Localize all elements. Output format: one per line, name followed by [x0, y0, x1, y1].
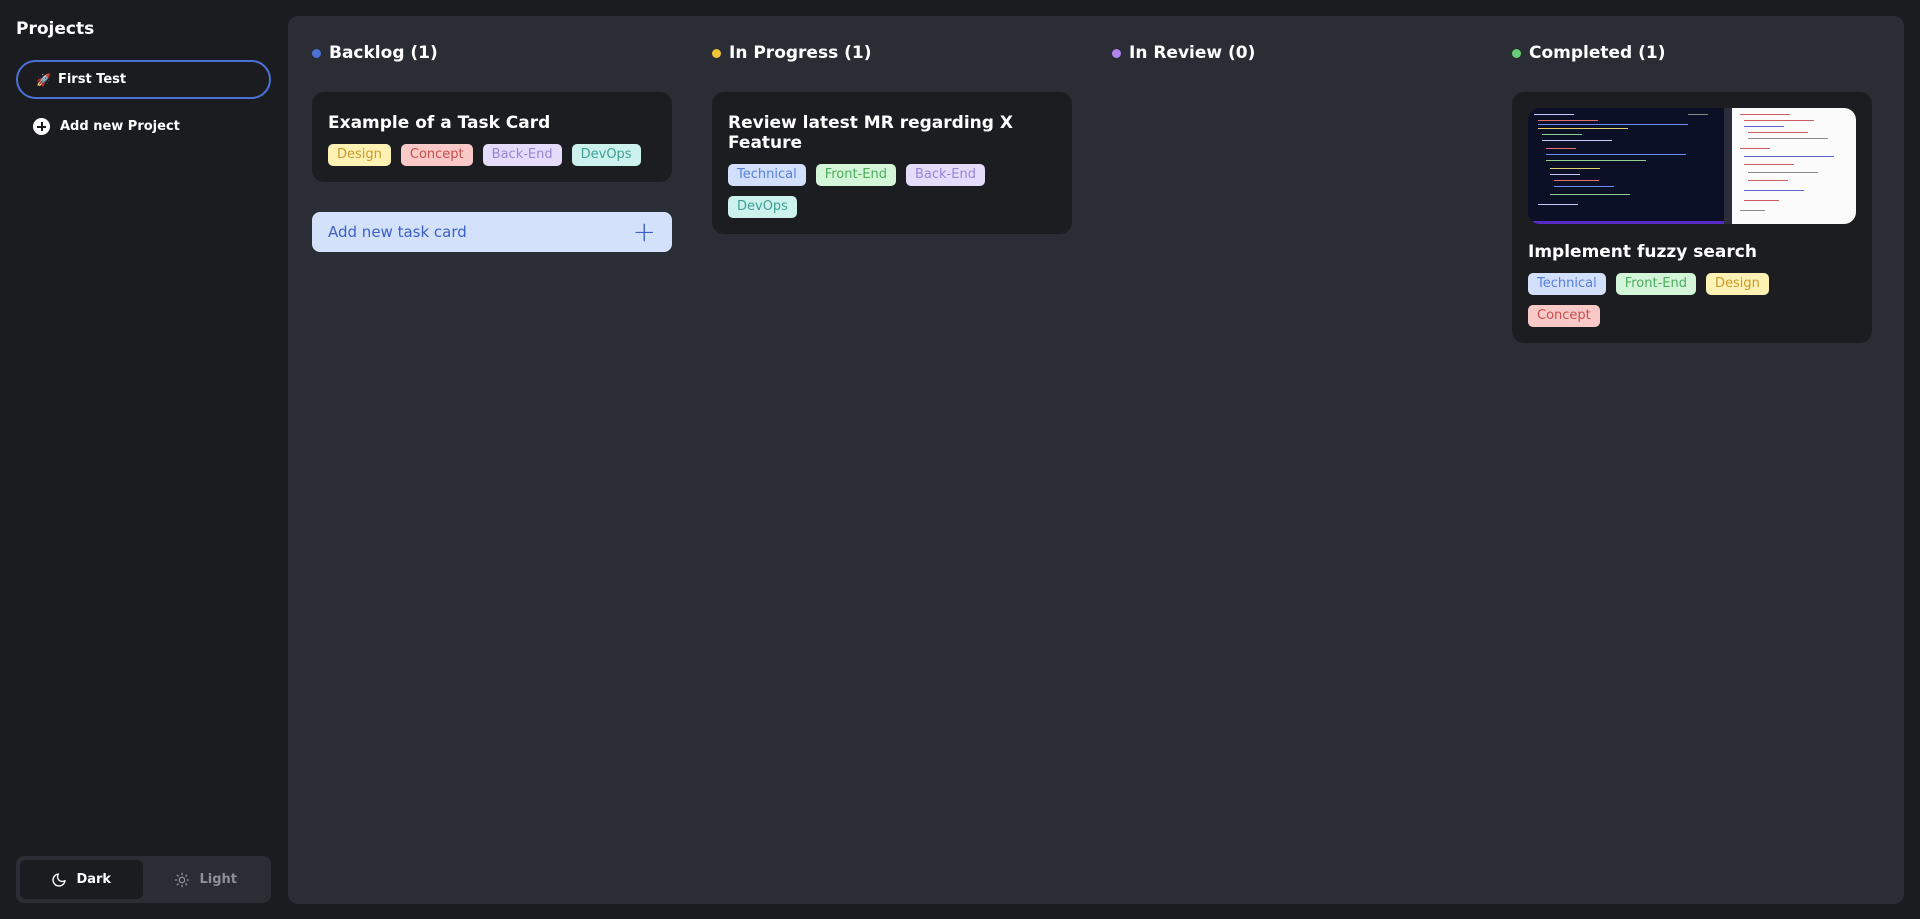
theme-light-button[interactable]: Light: [145, 860, 268, 899]
card-tags: Technical Front-End Back-End DevOps: [728, 164, 1018, 218]
kanban-board: Backlog (1) Example of a Task Card Desig…: [288, 16, 1904, 904]
column-header: Backlog (1): [312, 43, 438, 63]
column-title: Backlog (1): [329, 43, 438, 63]
add-project-button[interactable]: Add new Project: [33, 118, 180, 135]
plus-circle-icon: [33, 118, 50, 135]
project-item-first-test[interactable]: 🚀 First Test: [16, 60, 271, 99]
tag: Front-End: [1615, 273, 1696, 295]
status-dot: [712, 48, 721, 58]
sidebar-title: Projects: [16, 19, 95, 39]
theme-dark-button[interactable]: Dark: [20, 860, 143, 899]
tag: Front-End: [815, 164, 896, 186]
column-header: In Progress (1): [712, 43, 871, 63]
tag: DevOps: [728, 196, 797, 218]
tag: DevOps: [571, 144, 641, 166]
moon-icon: [51, 872, 67, 888]
code-screenshot-divider: [1724, 108, 1732, 224]
sun-icon: [174, 872, 190, 888]
code-screenshot-left: [1528, 108, 1724, 224]
card-tags: Design Concept Back-End DevOps: [328, 144, 656, 166]
task-card[interactable]: Example of a Task Card Design Concept Ba…: [312, 92, 672, 182]
theme-toggle: Dark Light: [16, 856, 271, 903]
plus-icon: +: [632, 215, 656, 248]
tag: Back-End: [482, 144, 562, 166]
rocket-icon: 🚀: [36, 72, 51, 87]
task-card[interactable]: Review latest MR regarding X Feature Tec…: [712, 92, 1072, 234]
add-task-card-button[interactable]: Add new task card +: [312, 212, 672, 252]
status-dot: [312, 48, 321, 58]
task-card[interactable]: Implement fuzzy search Technical Front-E…: [1512, 92, 1872, 343]
tag: Concept: [400, 144, 473, 166]
card-image: [1528, 108, 1856, 224]
sidebar: Projects 🚀 First Test Add new Project Da…: [0, 0, 287, 919]
tag: Technical: [1528, 273, 1606, 295]
column-title: In Progress (1): [729, 43, 872, 63]
column-header: In Review (0): [1112, 43, 1255, 63]
card-title: Example of a Task Card: [328, 113, 551, 133]
tag: Design: [328, 144, 391, 166]
column-title: In Review (0): [1129, 43, 1256, 63]
theme-dark-label: Dark: [76, 872, 112, 887]
add-task-card-label: Add new task card: [328, 223, 467, 241]
status-dot: [1512, 48, 1521, 58]
code-screenshot-right: [1732, 108, 1856, 224]
status-dot: [1112, 48, 1121, 58]
card-title: Review latest MR regarding X Feature: [728, 113, 1013, 153]
card-tags: Technical Front-End Design Concept: [1528, 273, 1818, 327]
card-title: Implement fuzzy search: [1528, 242, 1757, 262]
tag: Technical: [728, 164, 806, 186]
theme-light-label: Light: [199, 872, 237, 887]
tag: Concept: [1528, 305, 1600, 327]
add-project-label: Add new Project: [60, 119, 180, 134]
column-title: Completed (1): [1529, 43, 1666, 63]
tag: Design: [1705, 273, 1769, 295]
project-item-label: First Test: [57, 72, 127, 87]
tag: Back-End: [905, 164, 985, 186]
column-header: Completed (1): [1512, 43, 1666, 63]
